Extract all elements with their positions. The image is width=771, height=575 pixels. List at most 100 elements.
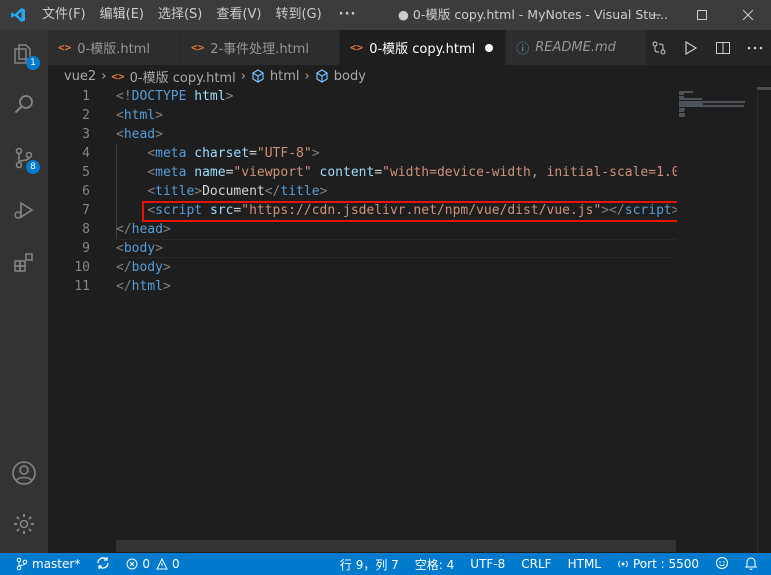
explorer-badge: 1 [26,56,40,70]
more-actions-button[interactable] [739,30,771,65]
window-title: ● 0-模版 copy.html - MyNotes - Visual Stu.… [398,7,669,22]
notifications-button[interactable] [737,553,765,575]
code-line[interactable]: 1 <!DOCTYPE html> [48,87,678,106]
menu-more[interactable]: ··· [329,0,367,30]
editor-tab-bar: <> 0-模版.html <> 2-事件处理.html <> 0-模版 copy… [48,30,771,65]
run-debug-icon [14,201,34,219]
extensions-button[interactable] [0,238,48,286]
line-number: 10 [74,260,90,275]
sync-icon [96,556,110,573]
open-changes-button[interactable] [643,30,675,65]
end-of-line[interactable]: CRLF [513,553,559,575]
feedback-button[interactable] [707,553,737,575]
menu-edit[interactable]: 编辑(E) [93,0,151,30]
split-editor-button[interactable] [707,30,739,65]
tab-label: 0-模版.html [77,42,150,57]
html-icon: <> [349,41,364,54]
minimap[interactable] [677,87,757,553]
code-text: <body> [116,241,163,256]
code-line[interactable]: 9 <body> [48,239,678,258]
problems-status[interactable]: 0 0 [118,553,187,575]
branch-status[interactable]: master* [8,553,88,575]
title-bar: 文件(F) 编辑(E) 选择(S) 查看(V) 转到(G) ··· ● 0-模版… [0,0,771,30]
indentation[interactable]: 空格: 4 [407,553,463,575]
code-line[interactable]: 2 <html> [48,106,678,125]
run-button[interactable] [675,30,707,65]
sync-button[interactable] [88,553,118,575]
code-text: <head> [116,127,163,142]
line-number: 3 [82,127,90,142]
tab-template[interactable]: <> 0-模版.html [48,30,181,65]
breadcrumb-body[interactable]: body [334,69,366,84]
code-line[interactable]: 4 <meta charset="UTF-8"> [48,144,678,163]
run-debug-button[interactable] [0,186,48,234]
menu-file[interactable]: 文件(F) [35,0,93,30]
html-icon: <> [58,41,72,54]
live-server-port[interactable]: Port : 5500 [609,553,707,575]
git-branch-icon [16,557,28,571]
horizontal-scrollbar[interactable] [116,540,676,552]
vertical-scrollbar[interactable] [757,87,771,553]
branch-name: master* [32,557,81,571]
line-number: 11 [74,279,90,294]
compare-changes-icon [652,41,666,54]
line-number: 1 [82,89,90,104]
encoding[interactable]: UTF-8 [462,553,513,575]
minimap-line [679,115,686,117]
unsaved-dot-icon[interactable] [485,43,494,52]
code-line[interactable]: 3 <head> [48,125,678,144]
accounts-button[interactable] [0,449,48,497]
code-line[interactable]: 5 <meta name="viewport" content="width=d… [48,163,687,182]
broadcast-icon [617,558,629,570]
line-number: 6 [82,184,90,199]
window-controls [633,0,771,30]
extensions-icon [14,253,33,272]
vscode-logo-icon[interactable] [0,0,35,30]
code-text: <meta charset="UTF-8"> [147,146,320,161]
code-editor[interactable]: 1 <!DOCTYPE html> 2 <html> 3 <head> 4 <meta ch… [48,87,771,553]
menu-selection[interactable]: 选择(S) [151,0,209,30]
feedback-icon [715,556,729,573]
line-number: 5 [82,165,90,180]
tab-template-copy[interactable]: <> 0-模版 copy.html [339,30,507,65]
symbol-element-icon [315,69,329,83]
menu-bar: 文件(F) 编辑(E) 选择(S) 查看(V) 转到(G) ··· [35,0,366,30]
code-line[interactable]: 11 </html> [48,277,678,296]
symbol-element-icon [251,69,265,83]
search-button[interactable] [0,80,48,128]
language-mode[interactable]: HTML [560,553,609,575]
manage-button[interactable] [0,500,48,548]
code-line[interactable]: 6 <title>Document</title> [48,182,678,201]
close-window-button[interactable] [725,0,771,30]
breadcrumb-file[interactable]: 0-模版 copy.html [130,67,236,86]
bell-icon [744,556,758,573]
explorer-button[interactable]: 1 [0,30,48,78]
code-text: </html> [116,279,171,294]
tab-readme[interactable]: ⓘ README.md [506,30,647,65]
code-line[interactable]: 10 </body> [48,258,678,277]
ellipsis-icon [747,46,763,49]
code-text: <!DOCTYPE html> [116,89,234,104]
tab-event-handling[interactable]: <> 2-事件处理.html [180,30,340,65]
cursor-position[interactable]: 行 9，列 7 [332,553,407,575]
minimize-button[interactable] [633,0,679,30]
split-editor-icon [716,41,730,54]
breadcrumb-html[interactable]: html [270,69,300,84]
annotation-highlight-box [142,201,687,222]
code-line[interactable]: 8 </head> [48,220,678,239]
source-control-button[interactable]: 8 [0,134,48,182]
chevron-right-icon: › [101,68,107,84]
tab-label: 0-模版 copy.html [369,42,476,57]
breadcrumb: vue2 › <> 0-模版 copy.html › html › body [48,65,771,87]
menu-go[interactable]: 转到(G) [268,0,328,30]
breadcrumb-folder[interactable]: vue2 [64,69,96,84]
tab-label: README.md [535,40,616,55]
code-text: <title>Document</title> [147,184,328,199]
code-text: <html> [116,108,163,123]
source-control-badge: 8 [26,160,40,174]
line-number: 7 [82,203,90,218]
menu-view[interactable]: 查看(V) [209,0,268,30]
maximize-button[interactable] [679,0,725,30]
minimap-line [679,105,744,108]
chevron-right-icon: › [240,68,246,84]
